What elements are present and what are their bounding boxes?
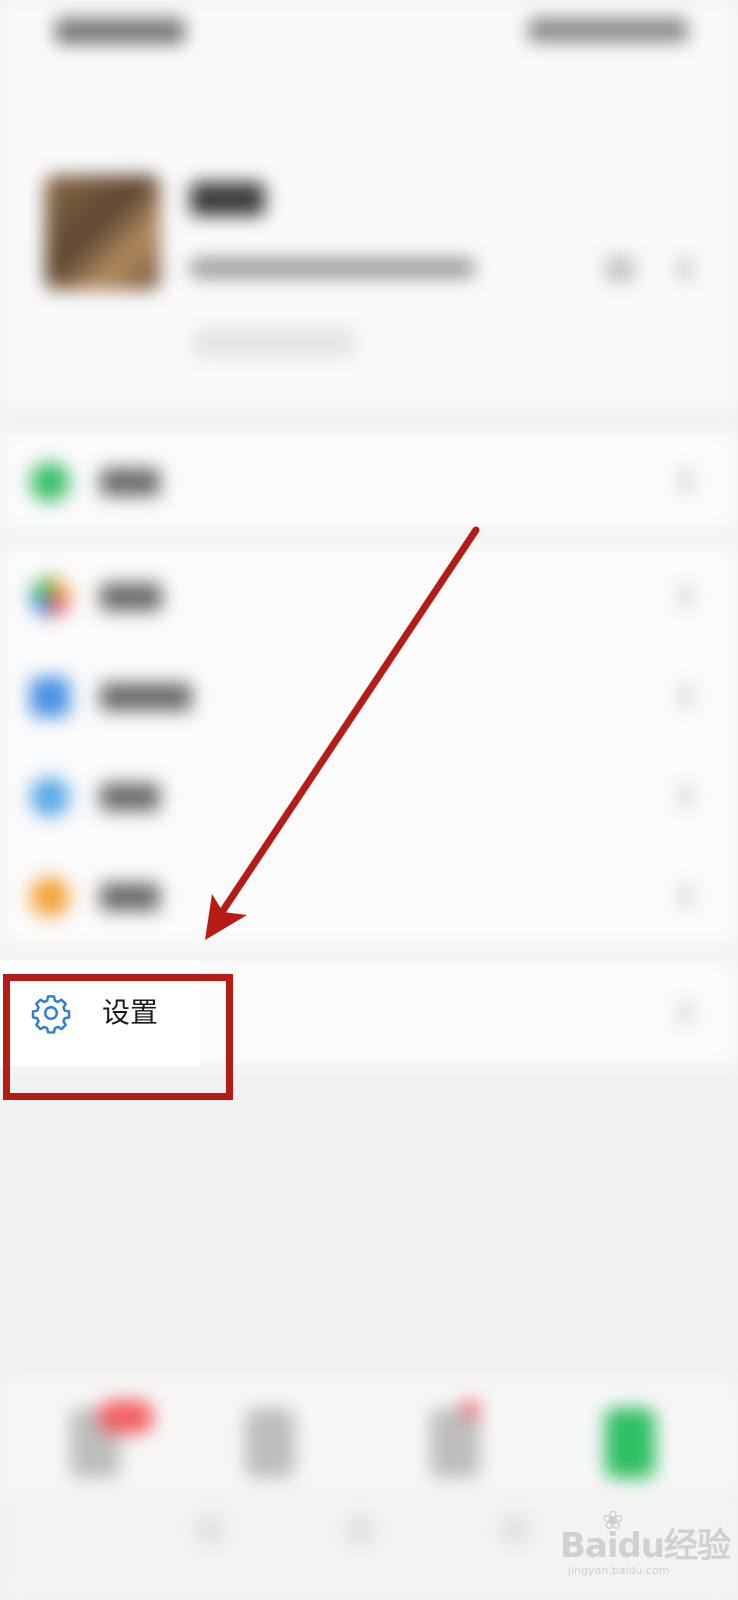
app-screen: 设置 ❀ Baidu经验 jingyan.baidu.com [0,0,738,1600]
watermark-logo: Baidu经验 [560,1526,731,1566]
watermark: ❀ Baidu经验 jingyan.baidu.com [560,1506,731,1577]
paw-icon: ❀ [602,1506,624,1536]
annotation-arrow [205,526,480,940]
watermark-subtitle: jingyan.baidu.com [568,1564,670,1577]
